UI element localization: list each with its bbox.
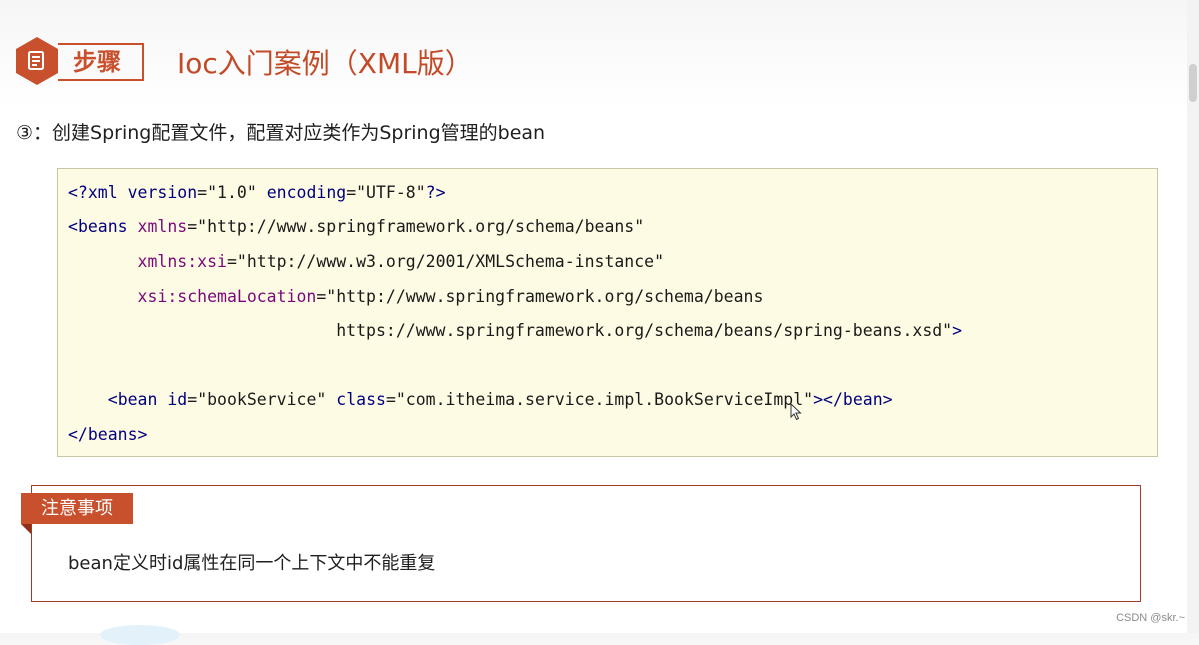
- code-line-1: <?xml version="1.0" encoding="UTF-8"?>: [68, 181, 446, 205]
- vertical-scrollbar[interactable]: [1187, 0, 1199, 633]
- step-label: 步骤: [73, 48, 121, 76]
- code-token: </: [68, 425, 88, 444]
- code-line-2: <beans xmlns="http://www.springframework…: [68, 215, 644, 239]
- code-token: xmlns:xsi: [137, 252, 227, 271]
- code-token: bean: [842, 390, 883, 409]
- code-token: <?: [68, 183, 88, 202]
- code-token: =: [226, 252, 237, 271]
- code-token: id: [157, 390, 188, 409]
- code-token: >: [882, 390, 893, 409]
- code-token: =: [346, 183, 357, 202]
- code-token: >: [952, 321, 963, 340]
- code-token: "bookService": [197, 390, 327, 409]
- code-token: "http://www.springframework.org/schema/b…: [326, 287, 764, 306]
- code-token: >: [137, 425, 148, 444]
- code-line-8: </beans>: [68, 423, 147, 447]
- watermark: CSDN @skr.~: [1116, 612, 1185, 624]
- note-box: [31, 485, 1141, 602]
- decorative-shape: [100, 625, 180, 645]
- code-block: <?xml version="1.0" encoding="UTF-8"?> <…: [57, 168, 1158, 457]
- code-line-5: https://www.springframework.org/schema/b…: [68, 319, 962, 343]
- page-title: Ioc入门案例（XML版）: [177, 47, 473, 80]
- code-line-4: xsi:schemaLocation="http://www.springfra…: [68, 285, 764, 309]
- code-token: <: [107, 390, 118, 409]
- code-token: https://www.springframework.org/schema/b…: [336, 321, 953, 340]
- code-token: version: [117, 183, 198, 202]
- step-description: ③：创建Spring配置文件，配置对应类作为Spring管理的bean: [16, 122, 546, 144]
- code-token: ></: [813, 390, 843, 409]
- code-token: ?>: [425, 183, 446, 202]
- note-tab-fold: [21, 524, 31, 534]
- code-token: "UTF-8": [356, 183, 426, 202]
- document-list-icon: [16, 37, 58, 85]
- note-tab: 注意事项: [21, 493, 133, 524]
- code-line-7: <bean id="bookService" class="com.itheim…: [68, 388, 893, 412]
- code-token: =: [187, 217, 198, 236]
- code-line-3: xmlns:xsi="http://www.w3.org/2001/XMLSch…: [68, 250, 665, 274]
- scrollbar-thumb[interactable]: [1189, 64, 1197, 102]
- code-token: encoding: [256, 183, 347, 202]
- code-token: "1.0": [207, 183, 257, 202]
- mouse-pointer-icon: [790, 402, 802, 425]
- code-token: class: [326, 390, 386, 409]
- code-token: "http://www.springframework.org/schema/b…: [197, 217, 645, 236]
- code-token: xml: [87, 183, 118, 202]
- code-token: xsi:schemaLocation: [137, 287, 317, 306]
- code-token: =: [385, 390, 396, 409]
- code-token: xmlns: [127, 217, 188, 236]
- code-token: beans: [87, 425, 138, 444]
- code-token: "com.itheima.service.impl.BookServiceImp…: [395, 390, 814, 409]
- code-token: =: [197, 183, 208, 202]
- code-token: bean: [117, 390, 158, 409]
- code-token: "http://www.w3.org/2001/XMLSchema-instan…: [236, 252, 665, 271]
- code-token: =: [187, 390, 198, 409]
- code-token: =: [316, 287, 327, 306]
- code-token: <: [68, 217, 78, 236]
- note-text: bean定义时id属性在同一个上下文中不能重复: [68, 553, 436, 574]
- code-token: beans: [77, 217, 128, 236]
